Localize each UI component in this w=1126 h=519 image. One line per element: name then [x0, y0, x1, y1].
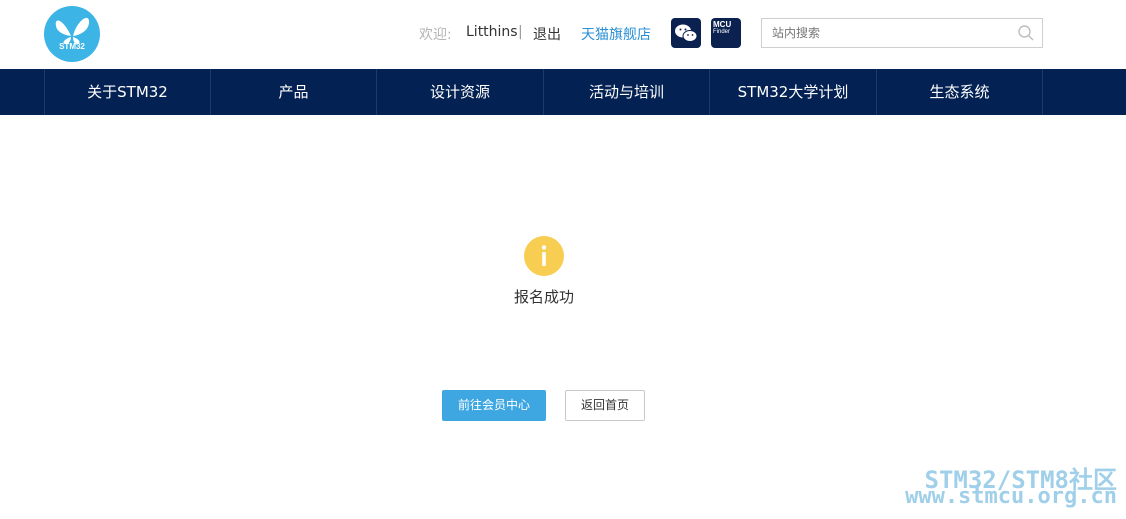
nav-item-about[interactable]: 关于STM32 — [44, 69, 210, 115]
nav-item-design-resources[interactable]: 设计资源 — [376, 69, 543, 115]
back-home-button[interactable]: 返回首页 — [565, 390, 645, 421]
tmall-store-link[interactable]: 天猫旗舰店 — [581, 24, 651, 44]
nav-divider — [1042, 69, 1043, 115]
status-message: 报名成功 — [513, 288, 574, 306]
logout-link[interactable]: 退出 — [533, 24, 561, 44]
mcu-badge-line2: Finder — [713, 29, 731, 35]
stm32-logo[interactable]: STM32 — [44, 6, 100, 62]
go-member-center-button[interactable]: 前往会员中心 — [442, 390, 546, 421]
welcome-label: 欢迎: — [419, 27, 452, 43]
butterfly-icon — [55, 17, 90, 44]
site-search — [761, 18, 1043, 48]
search-icon[interactable] — [1017, 24, 1035, 42]
nav-item-products[interactable]: 产品 — [210, 69, 376, 115]
header: STM32 欢迎: Litthins | 退出 天猫旗舰店 MCU Finder — [0, 0, 1126, 69]
wechat-glyph-icon — [675, 24, 698, 42]
wechat-icon[interactable] — [671, 18, 701, 48]
watermark-line2: www.stmcu.org.cn — [905, 484, 1117, 509]
search-input[interactable] — [762, 19, 1012, 47]
logo-text: STM32 — [59, 42, 85, 51]
username[interactable]: Litthins — [466, 24, 518, 40]
nav-item-university-program[interactable]: STM32大学计划 — [709, 69, 876, 115]
mcu-finder-icon[interactable]: MCU Finder — [711, 18, 741, 48]
mcu-badge-line1: MCU — [713, 20, 732, 29]
info-icon — [524, 236, 564, 276]
main-nav: 关于STM32 产品 设计资源 活动与培训 STM32大学计划 生态系统 — [0, 69, 1126, 115]
nav-item-events-training[interactable]: 活动与培训 — [543, 69, 709, 115]
separator: | — [518, 24, 523, 40]
nav-item-ecosystem[interactable]: 生态系统 — [876, 69, 1042, 115]
